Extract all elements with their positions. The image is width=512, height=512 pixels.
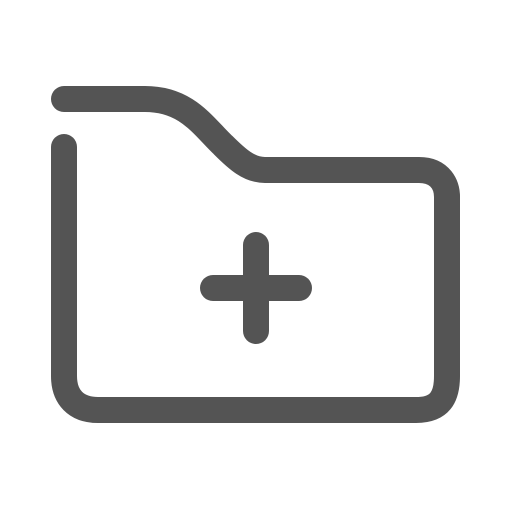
folder-tab-stroke — [51, 86, 460, 210]
folder-add-icon — [0, 0, 512, 512]
folder-add-svg — [51, 86, 460, 423]
